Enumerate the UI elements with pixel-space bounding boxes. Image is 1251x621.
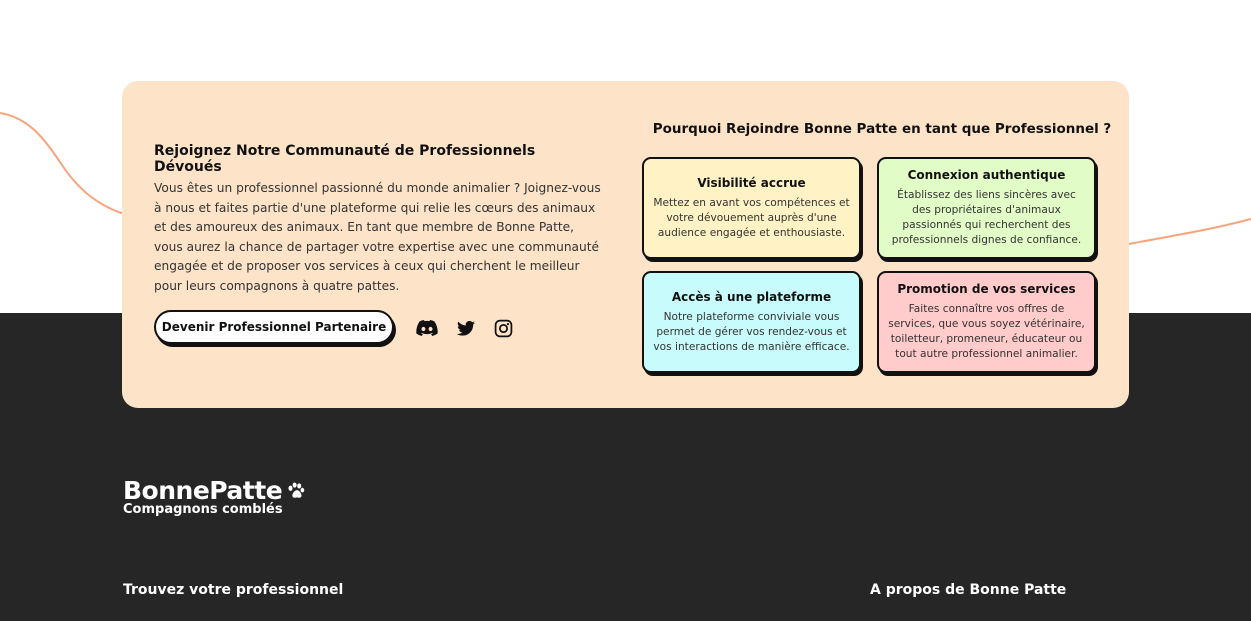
feature-card-platform: Accès à une plateforme Notre plateforme … [642,271,861,373]
join-card: Rejoignez Notre Communauté de Profession… [122,81,1129,408]
feature-text: Mettez en avant vos compétences et votre… [653,196,850,239]
feature-card-promotion: Promotion de vos services Faites connaît… [877,271,1096,373]
footer-col-about: A propos de Bonne Patte [870,582,1067,598]
discord-icon[interactable] [416,317,438,339]
community-description: Vous êtes un professionnel passionné du … [154,181,601,293]
community-title: Rejoignez Notre Communauté de Profession… [154,143,536,175]
feature-title: Accès à une plateforme [671,289,832,304]
paw-icon [288,482,305,498]
feature-card-visibility: Visibilité accrue Mettez en avant vos co… [642,157,861,259]
footer-logo[interactable]: BonnePatte Compagnons comblés [123,477,307,517]
feature-text: Établissez des liens sincères avec des p… [891,189,1082,246]
instagram-icon[interactable] [492,317,514,339]
feature-text: Notre plateforme conviviale vous permet … [653,310,850,353]
feature-text: Faites connaître vos offres de services,… [888,303,1085,360]
footer-col-find-professional: Trouvez votre professionnel [123,582,344,598]
feature-title: Promotion de vos services [897,282,1076,296]
feature-title: Connexion authentique [907,168,1066,182]
brand-name: BonnePatte [123,476,283,505]
twitter-icon[interactable] [455,317,477,339]
feature-card-connection: Connexion authentique Établissez des lie… [877,157,1096,259]
why-join-title: Pourquoi Rejoindre Bonne Patte en tant q… [652,121,1112,137]
feature-title: Visibilité accrue [697,175,806,190]
brand-tagline: Compagnons comblés [123,502,283,517]
become-partner-button[interactable]: Devenir Professionnel Partenaire [154,310,394,344]
